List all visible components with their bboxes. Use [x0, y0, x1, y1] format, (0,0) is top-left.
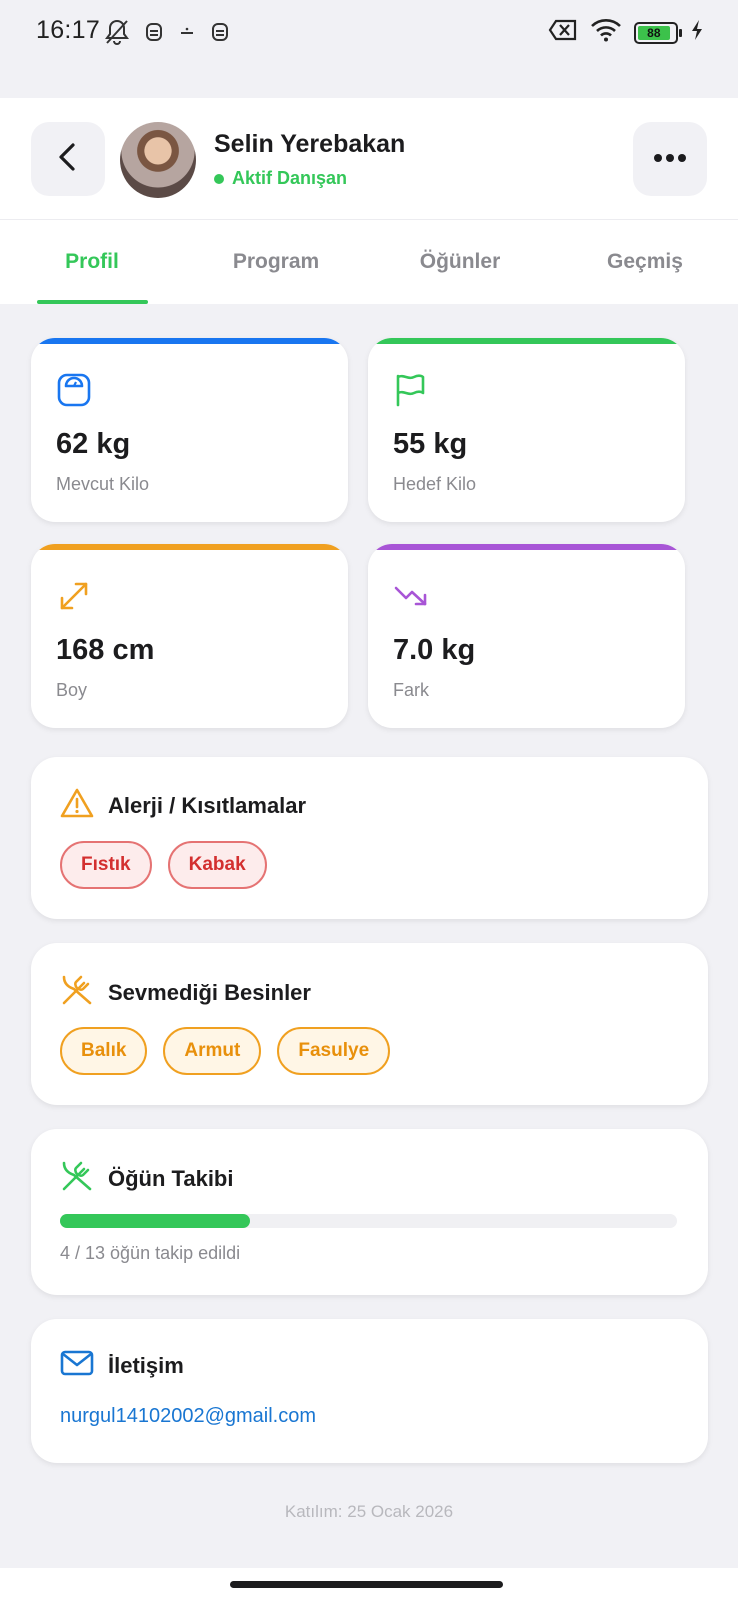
- status-system-icons: 88: [548, 18, 704, 47]
- avatar[interactable]: [120, 122, 196, 198]
- section-title: Öğün Takibi: [108, 1165, 234, 1191]
- meal-progress-fill: [60, 1214, 250, 1228]
- stat-card-target-weight: 55 kg Hedef Kilo: [368, 338, 685, 522]
- stat-value: 62 kg: [56, 428, 131, 460]
- allergy-chip[interactable]: Kabak: [167, 841, 267, 889]
- flag-icon: [393, 372, 429, 408]
- more-horizontal-icon: [653, 150, 687, 168]
- status-time: 16:17: [36, 16, 101, 44]
- trending-down-icon: [393, 578, 429, 614]
- charging-icon: [690, 19, 704, 46]
- tab-profil[interactable]: Profil: [0, 220, 184, 304]
- contact-card: İletişim nurgul14102002@gmail.com: [31, 1319, 708, 1463]
- back-button[interactable]: [31, 122, 105, 196]
- allergies-card: Alerji / Kısıtlamalar Fıstık Kabak: [31, 757, 708, 919]
- dislike-chip[interactable]: Armut: [163, 1027, 262, 1075]
- stat-card-difference: 7.0 kg Fark: [368, 544, 685, 728]
- tab-bar: Profil Program Öğünler Geçmiş: [0, 220, 738, 304]
- joined-date: Katılım: 25 Ocak 2026: [284, 1502, 454, 1521]
- client-name: Selin Yerebakan: [214, 130, 406, 158]
- client-status: Aktif Danışan: [214, 168, 347, 189]
- stat-label: Mevcut Kilo: [56, 474, 150, 494]
- dislike-chips: Balık Armut Fasulye: [60, 1027, 391, 1075]
- minus-notification-icon: [178, 20, 196, 49]
- battery-icon: 88: [634, 21, 682, 44]
- bell-off-icon: [104, 18, 130, 51]
- allergy-chip[interactable]: Fıstık: [60, 841, 152, 889]
- warning-icon: [60, 787, 94, 824]
- stat-value: 168 cm: [56, 634, 155, 666]
- status-notification-icons: [104, 18, 230, 51]
- status-dot: [214, 173, 224, 184]
- section-title: İletişim: [108, 1352, 184, 1378]
- section-title: Alerji / Kısıtlamalar: [108, 792, 307, 818]
- wifi-icon: [590, 18, 622, 47]
- email-link[interactable]: nurgul14102002@gmail.com: [60, 1405, 316, 1428]
- stat-label: Fark: [393, 680, 429, 700]
- stat-card-current-weight: 62 kg Mevcut Kilo: [31, 338, 348, 522]
- expand-arrows-icon: [56, 578, 92, 614]
- app-notification-icon: [144, 20, 164, 49]
- allergy-chips: Fıstık Kabak: [60, 841, 267, 889]
- scale-icon: [56, 372, 92, 408]
- card-accent-bar: [31, 338, 348, 344]
- no-sim-icon: [548, 19, 578, 46]
- stat-card-height: 168 cm Boy: [31, 544, 348, 728]
- meal-tracking-header: Öğün Takibi: [60, 1159, 233, 1198]
- more-options-button[interactable]: [633, 122, 707, 196]
- active-tab-indicator: [37, 300, 148, 304]
- card-accent-bar: [368, 544, 685, 550]
- app-notification-icon-2: [210, 20, 230, 49]
- meal-progress-text: 4 / 13 öğün takip edildi: [60, 1243, 241, 1263]
- tab-program[interactable]: Program: [184, 220, 368, 304]
- tab-gecmis[interactable]: Geçmiş: [552, 220, 738, 304]
- stat-label: Boy: [56, 680, 88, 700]
- client-header: Selin Yerebakan Aktif Danışan: [0, 98, 738, 220]
- stat-label: Hedef Kilo: [393, 474, 477, 494]
- meal-progress-bar: [60, 1214, 677, 1228]
- dislikes-header: Sevmediği Besinler: [60, 973, 311, 1012]
- dislike-chip[interactable]: Fasulye: [277, 1027, 391, 1075]
- dislike-chip[interactable]: Balık: [60, 1027, 148, 1075]
- dislikes-card: Sevmediği Besinler Balık Armut Fasulye: [31, 943, 708, 1105]
- chevron-left-icon: [55, 142, 81, 177]
- navigation-bar: [0, 1568, 738, 1600]
- client-status-label: Aktif Danışan: [232, 168, 348, 188]
- section-title: Sevmediği Besinler: [108, 979, 311, 1005]
- stat-value: 7.0 kg: [393, 634, 476, 666]
- status-bar: 16:17 88: [0, 0, 738, 98]
- card-accent-bar: [368, 338, 685, 344]
- utensils-crossed-icon: [60, 973, 94, 1012]
- mail-icon: [60, 1349, 94, 1382]
- meal-tracking-card: Öğün Takibi 4 / 13 öğün takip edildi: [31, 1129, 708, 1295]
- home-indicator[interactable]: [230, 1581, 503, 1588]
- contact-header: İletişim: [60, 1349, 184, 1382]
- tab-ogunler[interactable]: Öğünler: [368, 220, 552, 304]
- card-accent-bar: [31, 544, 348, 550]
- battery-level: 88: [638, 25, 670, 40]
- utensils-crossed-icon: [60, 1159, 94, 1198]
- allergies-header: Alerji / Kısıtlamalar: [60, 787, 306, 824]
- stat-value: 55 kg: [393, 428, 468, 460]
